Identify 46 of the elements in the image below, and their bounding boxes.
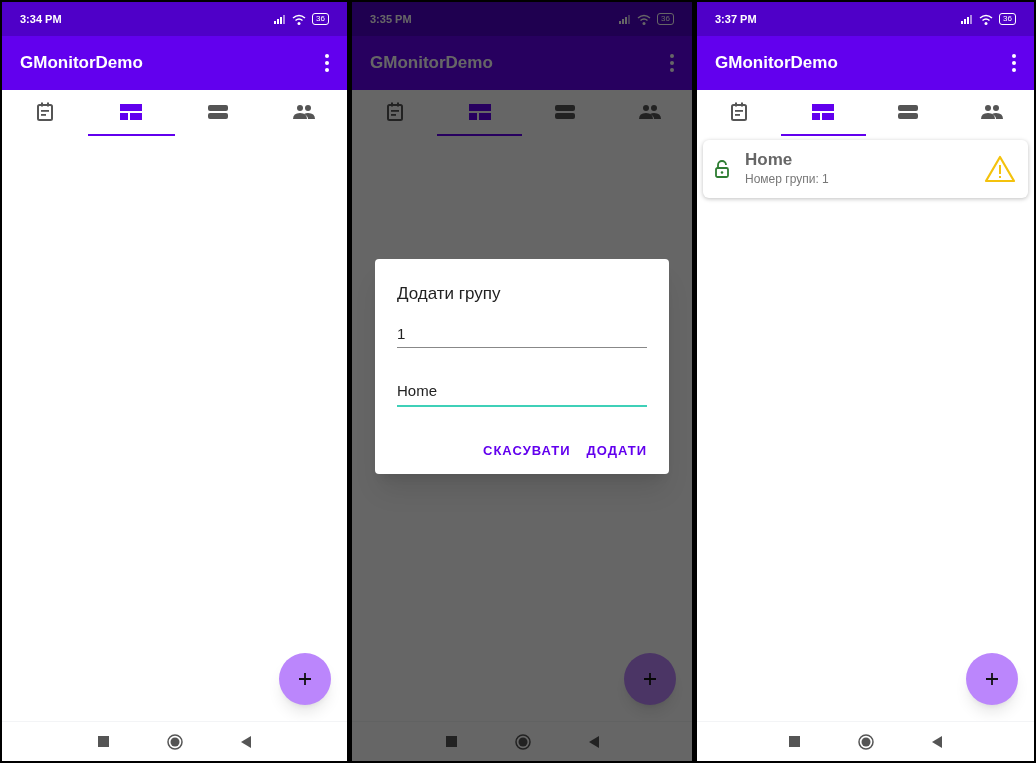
more-menu-icon[interactable] — [1012, 54, 1016, 72]
people-icon — [637, 105, 662, 119]
signal-icon — [274, 14, 287, 24]
calendar-icon — [385, 102, 404, 122]
back-icon[interactable] — [241, 735, 251, 748]
battery-level: 36 — [657, 13, 674, 25]
people-icon — [291, 105, 316, 119]
plus-icon — [644, 673, 656, 685]
stacked-bars-icon — [207, 105, 228, 119]
app-title: GMonitorDemo — [370, 52, 493, 75]
square-icon[interactable] — [445, 736, 457, 747]
stacked-bars-icon — [897, 105, 918, 119]
more-menu-icon[interactable] — [325, 54, 329, 72]
text-field[interactable]: 1 — [397, 322, 647, 348]
wifi-icon — [292, 13, 307, 25]
back-icon[interactable] — [932, 735, 942, 748]
app-title: GMonitorDemo — [20, 52, 143, 75]
add-button[interactable] — [966, 653, 1018, 705]
battery-level: 36 — [312, 13, 329, 25]
text-field[interactable]: Home — [397, 380, 647, 407]
people-icon — [979, 105, 1004, 119]
add-button[interactable] — [279, 653, 331, 705]
dashboard-icon — [468, 104, 491, 120]
dialog-button[interactable]: СКАСУВАТИ — [483, 440, 571, 460]
dialog-title: Додати групу — [397, 283, 502, 305]
battery-level: 36 — [999, 13, 1016, 25]
status-time: 3:35 PM — [370, 11, 412, 27]
dashboard-icon — [812, 104, 835, 120]
wifi-icon — [637, 13, 652, 25]
app-title: GMonitorDemo — [715, 52, 838, 75]
group-name: Home — [745, 150, 794, 170]
plus-icon — [299, 673, 311, 685]
home-icon[interactable] — [167, 733, 183, 750]
signal-icon — [961, 14, 974, 24]
dashboard-icon — [120, 104, 143, 120]
home-icon[interactable] — [858, 733, 874, 750]
stacked-bars-icon — [554, 105, 575, 119]
calendar-icon — [36, 102, 55, 122]
group-number: Номер групи: 1 — [745, 171, 830, 188]
plus-icon — [986, 673, 998, 685]
group-card[interactable]: Home Номер групи: 1 — [703, 140, 1028, 198]
status-time: 3:37 PM — [715, 11, 757, 27]
calendar-icon — [730, 102, 749, 122]
wifi-icon — [979, 13, 994, 25]
dialog-button[interactable]: ДОДАТИ — [586, 440, 647, 460]
status-time: 3:34 PM — [20, 11, 62, 27]
